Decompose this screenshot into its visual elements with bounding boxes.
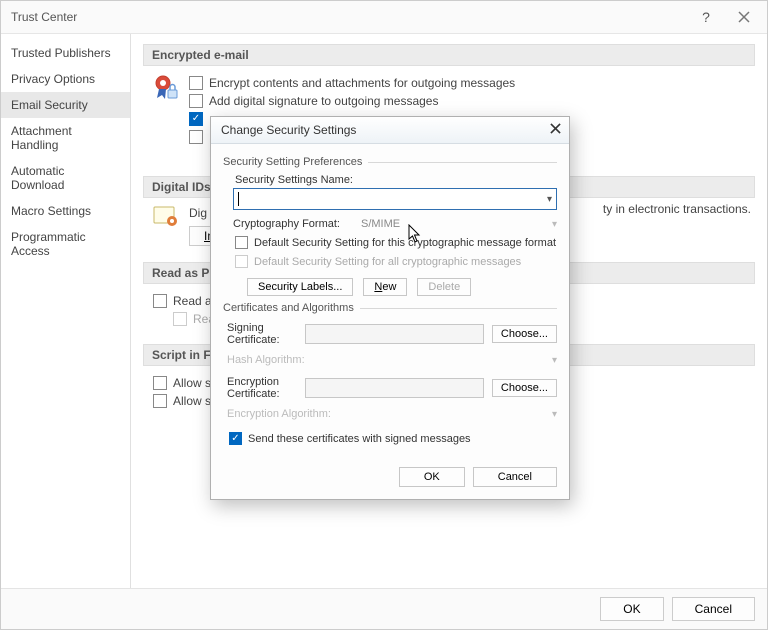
encrypt-contents-checkbox[interactable]: Encrypt contents and attachments for out… bbox=[189, 74, 755, 92]
prefs-group-label: Security Setting Preferences bbox=[223, 156, 557, 168]
dialog-titlebar: Trust Center ? bbox=[1, 1, 767, 34]
sidebar-item-email-security[interactable]: Email Security bbox=[1, 92, 130, 118]
encryption-cert-field[interactable] bbox=[305, 378, 484, 398]
chevron-down-icon: ▾ bbox=[552, 409, 557, 420]
change-security-settings-dialog: Change Security Settings Security Settin… bbox=[210, 116, 570, 500]
cancel-button[interactable]: Cancel bbox=[672, 597, 755, 621]
sidebar-item-attachment-handling[interactable]: Attachment Handling bbox=[1, 118, 130, 158]
text-cursor bbox=[238, 192, 239, 206]
crypto-format-value: S/MIME bbox=[361, 218, 544, 230]
signing-cert-field[interactable] bbox=[305, 324, 484, 344]
ribbon-lock-icon bbox=[153, 74, 179, 160]
modal-ok-button[interactable]: OK bbox=[399, 467, 465, 487]
settings-name-label: Security Settings Name: bbox=[235, 174, 557, 186]
delete-button: Delete bbox=[417, 278, 471, 296]
security-labels-button[interactable]: Security Labels... bbox=[247, 278, 353, 296]
crypto-format-label: Cryptography Format: bbox=[233, 218, 353, 230]
chevron-down-icon: ▾ bbox=[552, 355, 557, 366]
hash-algo-label: Hash Algorithm: bbox=[227, 354, 347, 366]
modal-titlebar: Change Security Settings bbox=[211, 117, 569, 144]
digital-tail-text: ty in electronic transactions. bbox=[603, 202, 751, 216]
choose-signing-button[interactable]: Choose... bbox=[492, 325, 557, 343]
default-all-checkbox: Default Security Setting for all cryptog… bbox=[235, 255, 557, 268]
section-header-encrypted: Encrypted e-mail bbox=[143, 44, 755, 66]
settings-name-combo[interactable]: ▾ bbox=[233, 188, 557, 210]
sidebar-item-trusted-publishers[interactable]: Trusted Publishers bbox=[1, 40, 130, 66]
signing-cert-label: Signing Certificate: bbox=[227, 322, 297, 346]
encryption-cert-label: Encryption Certificate: bbox=[227, 376, 297, 400]
modal-close-button[interactable] bbox=[550, 123, 561, 137]
default-this-format-checkbox[interactable]: Default Security Setting for this crypto… bbox=[235, 236, 557, 249]
sidebar-item-privacy-options[interactable]: Privacy Options bbox=[1, 66, 130, 92]
help-button[interactable]: ? bbox=[691, 7, 721, 27]
add-signature-checkbox[interactable]: Add digital signature to outgoing messag… bbox=[189, 92, 755, 110]
sidebar-item-programmatic-access[interactable]: Programmatic Access bbox=[1, 224, 130, 264]
modal-title: Change Security Settings bbox=[221, 123, 356, 137]
close-button[interactable] bbox=[729, 7, 759, 27]
certificate-icon bbox=[153, 206, 179, 246]
sidebar-item-automatic-download[interactable]: Automatic Download bbox=[1, 158, 130, 198]
modal-cancel-button[interactable]: Cancel bbox=[473, 467, 557, 487]
encryption-algo-label: Encryption Algorithm: bbox=[227, 408, 347, 420]
choose-encryption-button[interactable]: Choose... bbox=[492, 379, 557, 397]
ok-button[interactable]: OK bbox=[600, 597, 663, 621]
dialog-footer: OK Cancel bbox=[1, 588, 767, 629]
new-button[interactable]: New bbox=[363, 278, 407, 296]
dialog-title: Trust Center bbox=[11, 10, 77, 24]
algo-group-label: Certificates and Algorithms bbox=[223, 302, 557, 314]
chevron-down-icon[interactable]: ▾ bbox=[552, 219, 557, 230]
sidebar: Trusted PublishersPrivacy OptionsEmail S… bbox=[1, 34, 131, 588]
send-certs-checkbox[interactable]: Send these certificates with signed mess… bbox=[229, 432, 557, 445]
chevron-down-icon[interactable]: ▾ bbox=[547, 194, 552, 205]
sidebar-item-macro-settings[interactable]: Macro Settings bbox=[1, 198, 130, 224]
